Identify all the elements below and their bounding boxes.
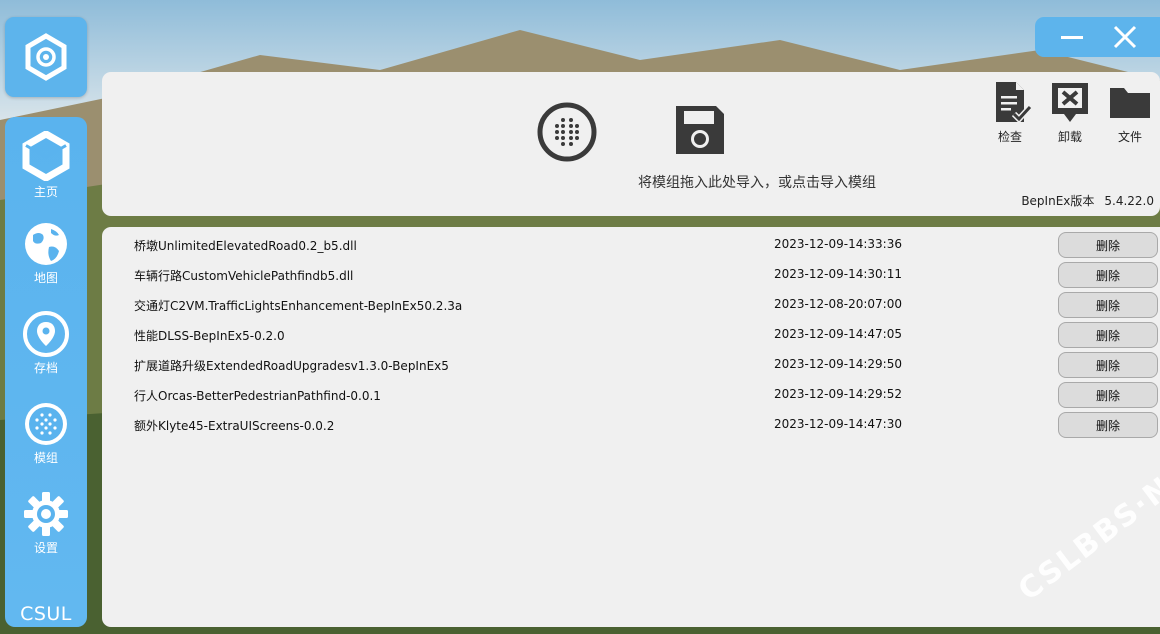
- globe-icon: [25, 223, 67, 265]
- import-mod-button[interactable]: [537, 102, 597, 166]
- list-item: 额外Klyte45-ExtraUIScreens-0.0.2 2023-12-0…: [102, 409, 1160, 439]
- sidebar-item-saves[interactable]: 存档: [5, 303, 87, 391]
- folder-icon: [1110, 88, 1150, 118]
- mod-name: 桥墩UnlimitedElevatedRoad0.2_b5.dll: [134, 239, 357, 253]
- minimize-button[interactable]: [1057, 22, 1087, 52]
- files-button[interactable]: 文件: [1105, 80, 1155, 150]
- gear-icon: [24, 492, 68, 536]
- sidebar-item-label: 模组: [33, 451, 58, 465]
- mod-date: 2023-12-09-14:47:30: [774, 417, 902, 431]
- list-item: 交通灯C2VM.TrafficLightsEnhancement-BepInEx…: [102, 289, 1160, 319]
- mods-dots-icon: [25, 403, 67, 445]
- delete-button[interactable]: 删除: [1058, 292, 1158, 318]
- delete-button[interactable]: 删除: [1058, 262, 1158, 288]
- version-value: 5.4.22.0: [1104, 194, 1154, 208]
- mod-name: 交通灯C2VM.TrafficLightsEnhancement-BepInEx…: [134, 299, 463, 313]
- sidebar-item-label: 地图: [33, 271, 58, 285]
- mod-date: 2023-12-09-14:30:11: [774, 267, 902, 281]
- files-label: 文件: [1117, 130, 1142, 144]
- delete-button[interactable]: 删除: [1058, 322, 1158, 348]
- sidebar-item-map[interactable]: 地图: [5, 213, 87, 301]
- import-panel: 将模组拖入此处导入，或点击导入模组 检查 卸载 文件 BepInEx版本 5.4.…: [102, 72, 1160, 216]
- sidebar-item-label: 设置: [33, 541, 58, 555]
- app-logo-icon: [25, 33, 67, 81]
- delete-button[interactable]: 删除: [1058, 412, 1158, 438]
- list-item: 桥墩UnlimitedElevatedRoad0.2_b5.dll 2023-1…: [102, 229, 1160, 259]
- close-button[interactable]: [1110, 22, 1140, 52]
- location-pin-icon: [23, 311, 69, 357]
- document-check-icon: [996, 82, 1032, 124]
- sidebar-item-settings[interactable]: 设置: [5, 483, 87, 571]
- mod-name: 额外Klyte45-ExtraUIScreens-0.0.2: [134, 419, 335, 433]
- list-item: 行人Orcas-BetterPedestrianPathfind-0.0.1 2…: [102, 379, 1160, 409]
- check-label: 检查: [997, 130, 1022, 144]
- check-button[interactable]: 检查: [985, 80, 1035, 150]
- mod-list: 桥墩UnlimitedElevatedRoad0.2_b5.dll 2023-1…: [102, 227, 1160, 627]
- floppy-disk-icon: [676, 106, 724, 154]
- save-import-button[interactable]: [672, 102, 728, 162]
- version-label: BepInEx版本: [1021, 194, 1095, 208]
- mod-date: 2023-12-08-20:07:00: [774, 297, 902, 311]
- app-logo: [5, 17, 87, 97]
- close-icon: [1113, 25, 1136, 49]
- delete-button[interactable]: 删除: [1058, 352, 1158, 378]
- mod-name: 车辆行路CustomVehiclePathfindb5.dll: [134, 269, 354, 283]
- list-item: 扩展道路升级ExtendedRoadUpgradesv1.3.0-BepInEx…: [102, 349, 1160, 379]
- mod-name: 扩展道路升级ExtendedRoadUpgradesv1.3.0-BepInEx…: [134, 359, 449, 373]
- list-item: 车辆行路CustomVehiclePathfindb5.dll 2023-12-…: [102, 259, 1160, 289]
- minimize-icon: [1060, 36, 1083, 39]
- window-controls: [1035, 17, 1160, 57]
- mod-date: 2023-12-09-14:29:50: [774, 357, 902, 371]
- sidebar-item-home[interactable]: 主页: [5, 123, 87, 211]
- delete-button[interactable]: 删除: [1058, 232, 1158, 258]
- bepinex-version: BepInEx版本 5.4.22.0: [1021, 192, 1154, 209]
- sidebar: 主页 地图 存档 模组 设置 CSUL: [5, 117, 87, 627]
- delete-button[interactable]: 删除: [1058, 382, 1158, 408]
- sidebar-item-label: 主页: [33, 185, 58, 199]
- mod-date: 2023-12-09-14:33:36: [774, 237, 902, 251]
- mod-date: 2023-12-09-14:29:52: [774, 387, 902, 401]
- sidebar-item-label: 存档: [33, 361, 58, 375]
- uninstall-button[interactable]: 卸载: [1045, 80, 1095, 150]
- mod-pack-icon: [537, 102, 597, 162]
- sidebar-item-mods[interactable]: 模组: [5, 393, 87, 481]
- uninstall-x-icon: [1052, 83, 1088, 122]
- home-hex-icon: [22, 131, 70, 181]
- brand-text: CSUL: [20, 603, 72, 625]
- mod-name: 性能DLSS-BepInEx5-0.2.0: [134, 329, 285, 343]
- mod-name: 行人Orcas-BetterPedestrianPathfind-0.0.1: [134, 389, 381, 403]
- list-item: 性能DLSS-BepInEx5-0.2.0 2023-12-09-14:47:0…: [102, 319, 1160, 349]
- mod-date: 2023-12-09-14:47:05: [774, 327, 902, 341]
- import-hint: 将模组拖入此处导入，或点击导入模组: [638, 175, 876, 191]
- uninstall-label: 卸载: [1057, 130, 1082, 144]
